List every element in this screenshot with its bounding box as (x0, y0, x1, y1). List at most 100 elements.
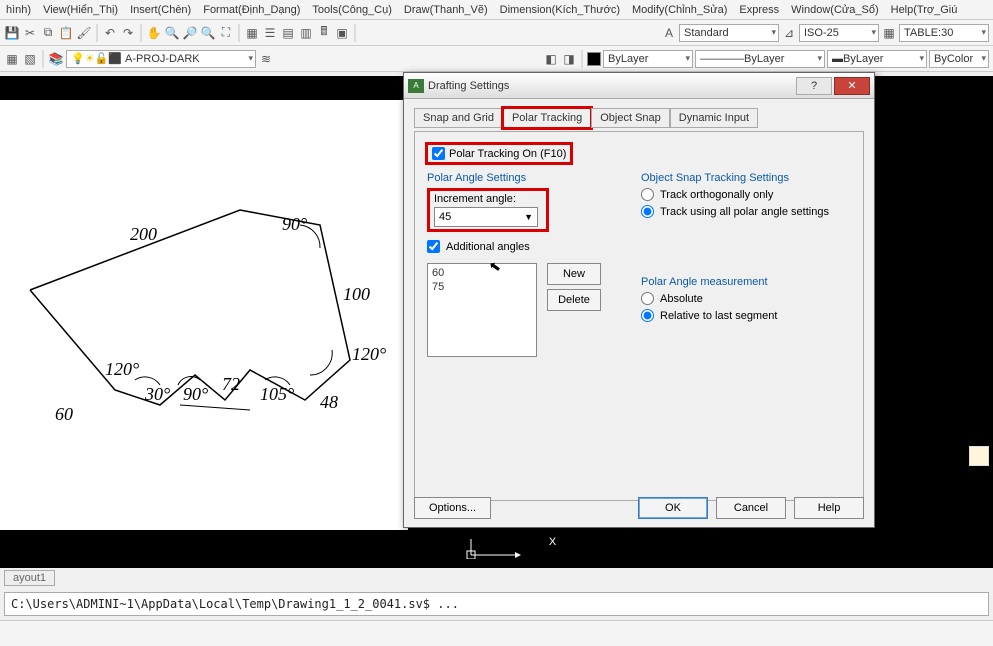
dialog-titlebar[interactable]: A Drafting Settings ? ✕ (404, 73, 874, 99)
menu-item[interactable]: View(Hiển_Thị) (43, 4, 118, 16)
delete-button[interactable]: Delete (547, 289, 601, 311)
copy-icon[interactable]: ⧉ (40, 25, 56, 41)
new-button[interactable]: New (547, 263, 601, 285)
text-style-icon[interactable]: A (661, 25, 677, 41)
tab-object-snap[interactable]: Object Snap (591, 108, 670, 128)
drawing-figure: 200 90° 100 120° 120° 30° 90° 72 105° 48… (0, 100, 408, 530)
tool-icon[interactable]: ▣ (334, 25, 350, 41)
layers-icon[interactable]: ▦ (244, 25, 260, 41)
ucs-icon: X (465, 537, 556, 562)
layer-tool-icon[interactable]: ≋ (258, 51, 274, 67)
layout-tab[interactable]: ayout1 (4, 570, 55, 586)
color-swatch[interactable] (587, 52, 601, 66)
menu-item[interactable]: hình) (6, 4, 31, 16)
toolbar-layers: ▦ ▧ 📚 💡☀🔓⬛ A-PROJ-DARK ≋ ◧ ◨ ByLayer ———… (0, 46, 993, 72)
track-all-radio[interactable] (641, 205, 654, 218)
dialog-tabs: Snap and Grid Polar Tracking Object Snap… (414, 107, 864, 127)
list-item[interactable]: 60 (432, 266, 532, 280)
ok-button[interactable]: OK (638, 497, 708, 519)
command-line[interactable]: C:\Users\ADMINI~1\AppData\Local\Temp\Dra… (4, 592, 989, 616)
polar-tracking-label: Polar Tracking On (F10) (449, 148, 566, 160)
track-ortho-radio[interactable] (641, 188, 654, 201)
tab-panel: Polar Tracking On (F10) Polar Angle Sett… (414, 131, 864, 501)
status-bar (0, 620, 993, 646)
relative-radio[interactable] (641, 309, 654, 322)
menu-item[interactable]: Tools(Công_Cụ) (312, 4, 391, 16)
dim-label: 105° (260, 384, 294, 404)
dim-style-icon[interactable]: ⊿ (781, 25, 797, 41)
tool-icon[interactable] (969, 446, 989, 466)
dim-label: 90° (282, 214, 307, 234)
zoom-icon[interactable]: 🔍 (164, 25, 180, 41)
redo-icon[interactable]: ↷ (120, 25, 136, 41)
options-button[interactable]: Options... (414, 497, 491, 519)
table-style-icon[interactable]: ▦ (881, 25, 897, 41)
menu-item[interactable]: Draw(Thanh_Vẽ) (404, 4, 488, 16)
paint-icon[interactable]: 🖌 (76, 25, 92, 41)
color-dropdown[interactable]: ByLayer (603, 50, 693, 68)
layer-manager-icon[interactable]: 📚 (48, 51, 64, 67)
tool-icon[interactable]: ▤ (280, 25, 296, 41)
menu-item[interactable]: Insert(Chèn) (130, 4, 191, 16)
undo-icon[interactable]: ↶ (102, 25, 118, 41)
menu-item[interactable]: Format(Định_Dạng) (203, 4, 300, 16)
dim-label: 48 (320, 392, 338, 412)
list-item[interactable]: 75 (432, 280, 532, 294)
dim-label: 200 (130, 224, 157, 244)
calculator-icon[interactable]: 🖩 (316, 25, 332, 41)
zoom-in-icon[interactable]: 🔎 (182, 25, 198, 41)
pan-icon[interactable]: ✋ (146, 25, 162, 41)
dim-label: 120° (352, 344, 386, 364)
properties-icon[interactable]: ☰ (262, 25, 278, 41)
additional-angles-label: Additional angles (446, 241, 530, 253)
tool-icon[interactable]: ▧ (22, 51, 38, 67)
menu-item[interactable]: Modify(Chỉnh_Sửa) (632, 4, 727, 16)
increment-angle-dropdown[interactable]: 45▼ (434, 207, 538, 227)
dim-label: 60 (55, 404, 73, 424)
menu-item[interactable]: Express (739, 4, 779, 16)
dim-label: 120° (105, 359, 139, 379)
polar-tracking-toggle-highlight: Polar Tracking On (F10) (425, 142, 573, 165)
tool-icon[interactable]: ◨ (561, 51, 577, 67)
linetype-dropdown[interactable]: ———— ByLayer (695, 50, 825, 68)
polar-angle-heading: Polar Angle Settings (427, 172, 627, 184)
cut-icon[interactable]: ✂ (22, 25, 38, 41)
menu-bar: hình) View(Hiển_Thị) Insert(Chèn) Format… (0, 0, 993, 20)
plotstyle-dropdown[interactable]: ByColor (929, 50, 989, 68)
save-icon[interactable]: 💾 (4, 25, 20, 41)
text-style-dropdown[interactable]: Standard (679, 24, 779, 42)
tab-snap-grid[interactable]: Snap and Grid (414, 108, 503, 128)
tool-icon[interactable]: ▦ (4, 51, 20, 67)
dim-label: 90° (183, 384, 208, 404)
menu-item[interactable]: Help(Trợ_Giú (891, 4, 958, 16)
layer-state-icon[interactable]: ◧ (543, 51, 559, 67)
polar-tracking-checkbox[interactable] (432, 147, 445, 160)
tab-polar-tracking[interactable]: Polar Tracking (503, 108, 591, 128)
dim-style-dropdown[interactable]: ISO-25 (799, 24, 879, 42)
paste-icon[interactable]: 📋 (58, 25, 74, 41)
close-icon[interactable]: ✕ (834, 77, 870, 95)
additional-angles-list[interactable]: 60 75 (427, 263, 537, 357)
dialog-title: Drafting Settings (424, 80, 794, 92)
menu-item[interactable]: Dimension(Kích_Thước) (500, 4, 620, 16)
zoom-window-icon[interactable]: ⛶ (218, 25, 234, 41)
menu-item[interactable]: Window(Cửa_Sổ) (791, 4, 878, 16)
table-style-dropdown[interactable]: TABLE:30 (899, 24, 989, 42)
tool-icon[interactable]: ▥ (298, 25, 314, 41)
help-icon[interactable]: ? (796, 77, 832, 95)
dim-label: 100 (343, 284, 370, 304)
zoom-out-icon[interactable]: 🔍 (200, 25, 216, 41)
lineweight-dropdown[interactable]: ▬ ByLayer (827, 50, 927, 68)
cancel-button[interactable]: Cancel (716, 497, 786, 519)
help-button[interactable]: Help (794, 497, 864, 519)
absolute-radio[interactable] (641, 292, 654, 305)
dim-label: 72 (222, 374, 240, 394)
toolbar-standard: 💾 ✂ ⧉ 📋 🖌 ↶ ↷ ✋ 🔍 🔎 🔍 ⛶ ▦ ☰ ▤ ▥ 🖩 ▣ A St… (0, 20, 993, 46)
osnap-tracking-heading: Object Snap Tracking Settings (641, 172, 851, 184)
drafting-settings-dialog: A Drafting Settings ? ✕ Snap and Grid Po… (403, 72, 875, 528)
polar-measurement-heading: Polar Angle measurement (641, 276, 851, 288)
layer-dropdown[interactable]: 💡☀🔓⬛ A-PROJ-DARK (66, 50, 256, 68)
app-icon: A (408, 79, 424, 93)
tab-dynamic-input[interactable]: Dynamic Input (670, 108, 758, 128)
additional-angles-checkbox[interactable] (427, 240, 440, 253)
